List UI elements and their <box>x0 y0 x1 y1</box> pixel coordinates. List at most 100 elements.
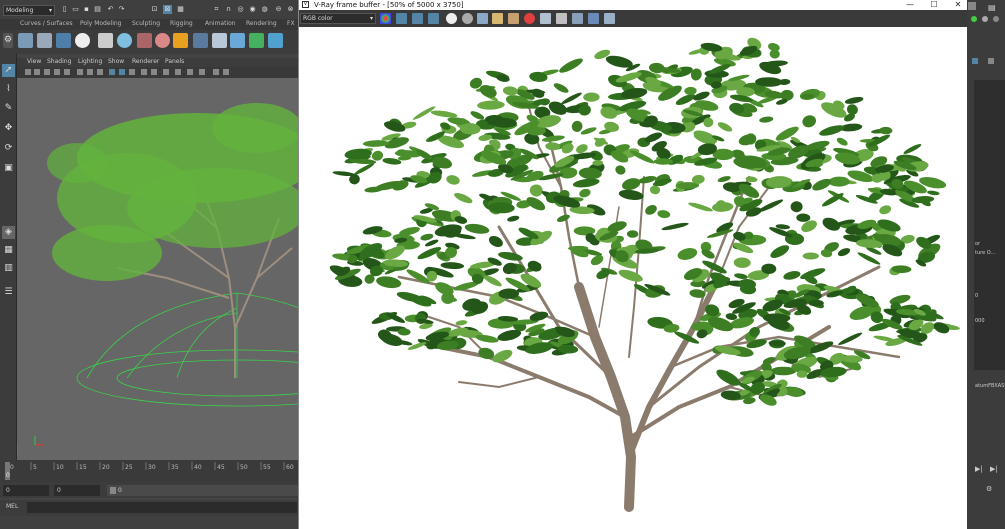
vray-logo-icon[interactable] <box>75 33 90 48</box>
shadows-icon[interactable] <box>151 69 157 75</box>
load-image-icon[interactable] <box>492 13 503 24</box>
red-channel-icon[interactable] <box>396 13 407 24</box>
save-scene-icon[interactable]: ▪ <box>82 5 91 14</box>
shelf-tab-animation[interactable]: Animation <box>205 20 236 27</box>
vray-mesh-light-icon[interactable] <box>268 33 283 48</box>
shelf-tab-fx[interactable]: FX <box>287 20 295 27</box>
four-view-icon[interactable]: ▦ <box>2 244 15 257</box>
field-chart-icon[interactable] <box>97 69 103 75</box>
channel-box-icon[interactable] <box>988 58 994 64</box>
mono-icon[interactable] <box>462 13 473 24</box>
paint-select-icon[interactable]: ✎ <box>2 102 15 115</box>
vray-ipr-icon[interactable] <box>37 33 52 48</box>
gear-icon[interactable]: ⚙ <box>3 33 13 48</box>
green-channel-icon[interactable] <box>412 13 423 24</box>
stop-render-icon[interactable] <box>524 13 535 24</box>
smooth-shade-icon[interactable] <box>119 69 125 75</box>
settings-icon[interactable] <box>993 16 999 22</box>
shelf-tab-rigging[interactable]: Rigging <box>170 20 193 27</box>
preferences-icon[interactable]: ⚙ <box>986 485 992 493</box>
exposure-icon[interactable] <box>213 69 219 75</box>
vray-settings-icon[interactable] <box>98 33 113 48</box>
menu-panels[interactable]: Panels <box>165 58 184 65</box>
vray-sphere-icon[interactable] <box>155 33 170 48</box>
maximize-button[interactable]: ☐ <box>927 0 941 10</box>
ao-icon[interactable] <box>163 69 169 75</box>
redo-icon[interactable]: ↷ <box>117 5 126 14</box>
isolate-icon[interactable] <box>187 69 193 75</box>
clear-image-icon[interactable] <box>508 13 519 24</box>
history-icon[interactable]: ⊗ <box>286 5 295 14</box>
grid-icon[interactable] <box>54 69 60 75</box>
shelf-tab-sculpting[interactable]: Sculpting <box>132 20 160 27</box>
playback-start-field[interactable]: 0 <box>54 485 100 496</box>
select-component-icon[interactable]: ▦ <box>176 5 185 14</box>
color-channels-icon[interactable] <box>380 13 391 24</box>
vray-fur-icon[interactable] <box>230 33 245 48</box>
vray-rect-light-icon[interactable] <box>193 33 208 48</box>
film-gate-icon[interactable] <box>64 69 70 75</box>
menu-set-dropdown[interactable]: Modeling ▾ <box>3 5 55 16</box>
start-frame-field[interactable]: 0 <box>3 485 49 496</box>
snap-view-icon[interactable]: ◉ <box>248 5 257 14</box>
two-view-icon[interactable]: ▥ <box>2 262 15 275</box>
outliner-icon[interactable]: ☰ <box>2 286 15 299</box>
link-vfb-icon[interactable] <box>604 13 615 24</box>
gate-mask-icon[interactable] <box>87 69 93 75</box>
shelf-tab-rendering[interactable]: Rendering <box>246 20 277 27</box>
undo-icon[interactable]: ↶ <box>106 5 115 14</box>
camera-icon[interactable] <box>25 69 31 75</box>
rotate-tool-icon[interactable]: ⟳ <box>2 142 15 155</box>
vray-proxy-icon[interactable] <box>212 33 227 48</box>
render-last-icon[interactable] <box>572 13 583 24</box>
minimize-button[interactable]: — <box>903 0 917 10</box>
snap-curve-icon[interactable]: ∩ <box>224 5 233 14</box>
panel-tab-icon[interactable] <box>968 2 976 10</box>
select-hierarchy-icon[interactable]: ⊡ <box>150 5 159 14</box>
vray-vfb-icon[interactable] <box>56 33 71 48</box>
mel-label[interactable]: MEL <box>6 503 18 510</box>
menu-show[interactable]: Show <box>108 58 124 65</box>
play-icon[interactable]: ▶| <box>975 465 983 473</box>
move-tool-icon[interactable]: ✥ <box>2 122 15 135</box>
textured-icon[interactable] <box>129 69 135 75</box>
menu-shading[interactable]: Shading <box>47 58 71 65</box>
shelf-tab-poly-modeling[interactable]: Poly Modeling <box>80 20 122 27</box>
snap-surface-icon[interactable]: ◍ <box>260 5 269 14</box>
vray-dome-light-icon[interactable] <box>117 33 132 48</box>
vray-material-icon[interactable] <box>137 33 152 48</box>
vray-light-icon[interactable] <box>173 33 188 48</box>
resolution-gate-icon[interactable] <box>77 69 83 75</box>
vray-plane-icon[interactable] <box>249 33 264 48</box>
bookmark-icon[interactable] <box>44 69 50 75</box>
lights-icon[interactable] <box>141 69 147 75</box>
shelf-tab-curves[interactable]: Curves / Surfaces <box>20 20 73 27</box>
select-tool-icon[interactable]: ➚ <box>2 64 15 77</box>
range-handle[interactable] <box>110 487 116 494</box>
mel-input[interactable] <box>27 502 297 513</box>
save-image-icon[interactable] <box>477 13 488 24</box>
snap-grid-icon[interactable]: ⌗ <box>212 5 221 14</box>
time-slider[interactable]: 0 5 10 15 20 25 30 35 40 45 50 55 60 0 <box>0 460 298 482</box>
gamma-icon[interactable] <box>223 69 229 75</box>
menu-lighting[interactable]: Lighting <box>78 58 102 65</box>
layout-icon[interactable]: ▤ <box>988 3 996 12</box>
vray-render-icon[interactable] <box>18 33 33 48</box>
rendered-image[interactable] <box>299 27 967 529</box>
attribute-tab-icon[interactable] <box>972 58 978 64</box>
track-mouse-icon[interactable] <box>556 13 567 24</box>
aa-icon[interactable] <box>175 69 181 75</box>
snap-point-icon[interactable]: ◎ <box>236 5 245 14</box>
user-icon[interactable] <box>982 16 988 22</box>
ipr-icon[interactable] <box>588 13 599 24</box>
open-scene-icon[interactable]: ▭ <box>71 5 80 14</box>
camera-attr-icon[interactable] <box>34 69 40 75</box>
folder-icon[interactable]: ▤ <box>93 5 102 14</box>
viewport-perspective[interactable]: M <box>17 78 298 460</box>
xray-icon[interactable] <box>199 69 205 75</box>
range-slider[interactable]: 0 <box>107 485 298 496</box>
region-render-icon[interactable] <box>540 13 551 24</box>
select-object-icon[interactable]: ⊠ <box>163 5 172 14</box>
menu-view[interactable]: View <box>27 58 41 65</box>
lasso-tool-icon[interactable]: ⌇ <box>2 83 15 96</box>
